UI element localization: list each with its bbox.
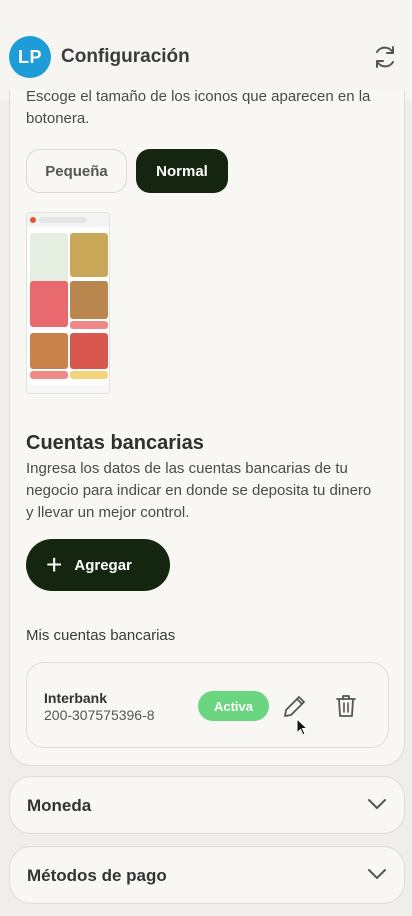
- pencil-icon[interactable]: [282, 693, 308, 719]
- preview-tile: [30, 281, 68, 327]
- preview-tile: [70, 233, 108, 277]
- bank-account-item: Interbank 200-307575396-8 Activa: [26, 662, 389, 748]
- size-option-small[interactable]: Pequeña: [26, 149, 127, 193]
- preview-tile: [70, 281, 108, 319]
- preview-logo: [30, 217, 36, 223]
- preview-search: [39, 217, 87, 223]
- bank-name: Interbank: [44, 690, 108, 706]
- preview-bottom-nav: [27, 385, 109, 393]
- bank-accounts-description: Ingresa los datos de las cuentas bancari…: [26, 460, 372, 521]
- add-account-button[interactable]: + Agregar: [26, 539, 170, 591]
- app-header: LP Configuración: [0, 0, 412, 100]
- payment-methods-section-label: Métodos de pago: [27, 866, 167, 885]
- mouse-cursor-icon: [296, 718, 308, 736]
- preview-tile: [70, 333, 108, 369]
- preview-tile: [70, 371, 108, 379]
- currency-section[interactable]: Moneda: [9, 776, 405, 834]
- status-badge: Activa: [198, 691, 269, 721]
- plus-icon: +: [46, 549, 63, 580]
- preview-tile: [70, 321, 108, 329]
- avatar[interactable]: LP: [9, 36, 51, 78]
- currency-section-label: Moneda: [27, 796, 92, 815]
- preview-tile: [30, 371, 68, 379]
- bank-accounts-title: Cuentas bancarias: [26, 432, 204, 454]
- my-accounts-label: Mis cuentas bancarias: [26, 627, 176, 644]
- account-number: 200-307575396-8: [44, 707, 155, 723]
- refresh-icon[interactable]: [372, 44, 398, 70]
- size-option-normal[interactable]: Normal: [136, 149, 228, 193]
- preview-tile: [30, 233, 68, 287]
- toolbar-preview-image: [26, 212, 110, 394]
- chevron-down-icon: [368, 799, 386, 809]
- add-account-label: Agregar: [74, 556, 132, 574]
- preview-tile: [30, 333, 68, 369]
- chevron-down-icon: [368, 869, 386, 879]
- payment-methods-section[interactable]: Métodos de pago: [9, 846, 405, 904]
- icon-size-description: Escoge el tamaño de los iconos que apare…: [26, 88, 371, 127]
- page-title: Configuración: [61, 46, 190, 67]
- trash-icon[interactable]: [334, 693, 358, 719]
